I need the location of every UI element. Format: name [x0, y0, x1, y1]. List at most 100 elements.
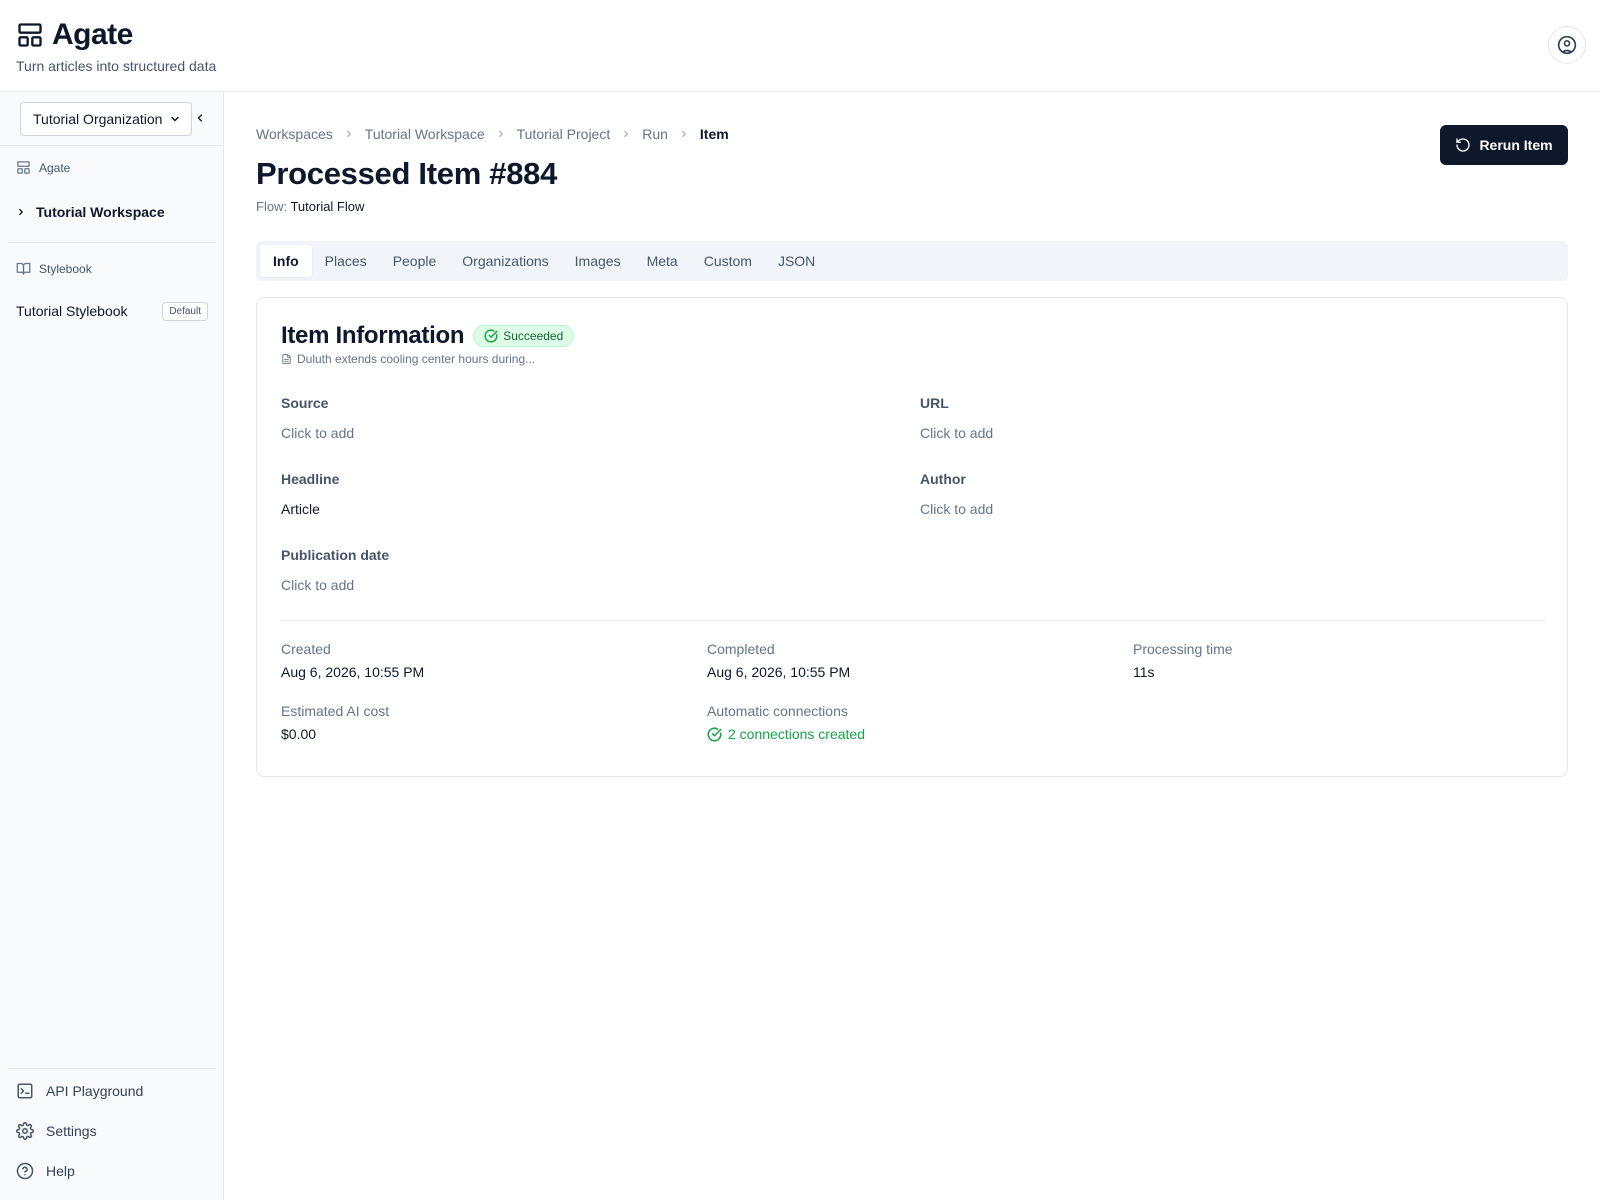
sidebar-divider	[8, 1068, 216, 1069]
main-content: Workspaces Tutorial Workspace Tutorial P…	[224, 92, 1600, 1200]
check-circle-icon	[484, 329, 498, 343]
meta-processing-time: Processing time 11s	[1133, 641, 1233, 680]
field-value-url[interactable]: Click to add	[920, 425, 993, 441]
collapse-sidebar-button[interactable]	[193, 108, 207, 128]
breadcrumb-workspace[interactable]: Tutorial Workspace	[365, 126, 485, 142]
app-tagline: Turn articles into structured data	[16, 58, 217, 74]
meta-label: Created	[281, 641, 331, 657]
field-value-author[interactable]: Click to add	[920, 501, 993, 517]
sidebar-section-agate-label: Agate	[39, 160, 71, 175]
connections-created-link[interactable]: 2 connections created	[707, 726, 865, 742]
layout-icon	[17, 161, 30, 174]
meta-value-completed: Aug 6, 2026, 10:55 PM	[707, 664, 851, 680]
field-value-publication-date[interactable]: Click to add	[281, 577, 389, 593]
meta-created: Created Aug 6, 2026, 10:55 PM	[281, 641, 424, 680]
chevron-right-icon	[621, 129, 631, 139]
breadcrumb-item: Item	[699, 126, 729, 142]
tab-people[interactable]: People	[380, 245, 450, 277]
sidebar-item-settings[interactable]: Settings	[16, 1122, 97, 1140]
organization-select-wrap: Tutorial Organization	[20, 102, 192, 136]
sidebar-divider	[8, 242, 216, 243]
field-label: Headline	[281, 471, 340, 487]
breadcrumb-project[interactable]: Tutorial Project	[517, 126, 611, 142]
meta-label: Completed	[707, 641, 775, 657]
brand[interactable]: Agate	[16, 18, 133, 52]
card-title: Item Information	[281, 322, 465, 349]
chevron-right-icon	[496, 129, 506, 139]
tab-json[interactable]: JSON	[765, 245, 828, 277]
field-label: URL	[920, 395, 949, 411]
user-menu-button[interactable]	[1548, 26, 1586, 64]
user-circle-icon	[1557, 35, 1577, 55]
sidebar-section-stylebook: Stylebook	[16, 261, 92, 276]
chevron-left-icon	[197, 114, 203, 122]
tab-meta[interactable]: Meta	[634, 245, 691, 277]
app-header: Agate Turn articles into structured data	[0, 0, 1600, 92]
field-value-source[interactable]: Click to add	[281, 425, 354, 441]
field-value-headline[interactable]: Article	[281, 501, 339, 517]
chevron-right-icon	[19, 208, 23, 216]
tab-custom[interactable]: Custom	[691, 245, 765, 277]
flow-label: Flow:	[256, 199, 288, 214]
tab-info[interactable]: Info	[260, 245, 312, 277]
breadcrumb: Workspaces Tutorial Workspace Tutorial P…	[256, 126, 729, 142]
layout-icon	[18, 23, 42, 47]
stylebook-name: Tutorial Stylebook	[16, 303, 128, 319]
field-publication-date: Publication date Click to add	[281, 547, 389, 593]
gear-icon	[16, 1122, 34, 1140]
rotate-ccw-icon	[1456, 138, 1471, 152]
organization-select[interactable]: Tutorial Organization	[20, 102, 192, 136]
meta-label: Estimated AI cost	[281, 703, 390, 719]
sidebar-item-label: Help	[46, 1163, 75, 1179]
meta-value-estimated-cost: $0.00	[281, 726, 317, 742]
status-badge: Succeeded	[473, 325, 575, 347]
file-text-icon	[282, 353, 291, 365]
field-url: URL Click to add	[920, 395, 993, 441]
app-name: Agate	[52, 18, 133, 51]
breadcrumb-workspaces[interactable]: Workspaces	[256, 126, 333, 142]
flow-line: Flow: Tutorial Flow	[256, 199, 364, 214]
meta-label: Processing time	[1133, 641, 1233, 657]
meta-estimated-cost: Estimated AI cost $0.00	[281, 703, 389, 742]
meta-automatic-connections: Automatic connections 2 connections crea…	[707, 703, 865, 742]
rerun-item-button[interactable]: Rerun Item	[1440, 125, 1568, 165]
meta-value-created: Aug 6, 2026, 10:55 PM	[281, 664, 425, 680]
sidebar-item-tutorial-stylebook[interactable]: Tutorial Stylebook Default	[16, 300, 208, 322]
field-source: Source Click to add	[281, 395, 354, 441]
article-reference[interactable]: Duluth extends cooling center hours duri…	[281, 352, 535, 366]
help-circle-icon	[16, 1162, 34, 1180]
tab-images[interactable]: Images	[562, 245, 634, 277]
chevron-down-icon	[171, 116, 179, 122]
tab-organizations[interactable]: Organizations	[449, 245, 561, 277]
sidebar-section-agate: Agate	[16, 160, 70, 175]
tab-bar: Info Places People Organizations Images …	[256, 241, 1568, 281]
card-divider	[281, 620, 1545, 621]
tab-places[interactable]: Places	[312, 245, 380, 277]
sidebar-item-label: API Playground	[46, 1083, 144, 1099]
terminal-square-icon	[17, 1083, 33, 1099]
card-title-row: Item Information Succeeded	[281, 322, 575, 350]
rerun-item-label: Rerun Item	[1479, 137, 1553, 153]
article-reference-text: Duluth extends cooling center hours duri…	[297, 352, 536, 366]
chevron-right-icon	[344, 129, 354, 139]
meta-value-processing-time: 11s	[1133, 664, 1155, 680]
field-label: Source	[281, 395, 329, 411]
field-label: Author	[920, 471, 966, 487]
sidebar-item-tutorial-workspace[interactable]: Tutorial Workspace	[16, 204, 165, 220]
chevron-right-icon	[679, 129, 689, 139]
meta-completed: Completed Aug 6, 2026, 10:55 PM	[707, 641, 850, 680]
breadcrumb-run[interactable]: Run	[642, 126, 668, 142]
sidebar-item-label: Settings	[46, 1123, 97, 1139]
sidebar-item-api-playground[interactable]: API Playground	[16, 1082, 143, 1100]
default-badge: Default	[162, 301, 208, 321]
field-author: Author Click to add	[920, 471, 993, 517]
check-circle-icon	[707, 727, 722, 741]
page-title: Processed Item #884	[256, 156, 558, 191]
sidebar-item-help[interactable]: Help	[16, 1162, 75, 1180]
book-open-icon	[16, 262, 31, 275]
field-label: Publication date	[281, 547, 390, 563]
sidebar: Tutorial Organization Agate Tutorial Wor…	[0, 92, 224, 1200]
flow-name[interactable]: Tutorial Flow	[290, 199, 364, 214]
field-headline: Headline Article	[281, 471, 339, 517]
connections-created-text: 2 connections created	[728, 726, 865, 742]
